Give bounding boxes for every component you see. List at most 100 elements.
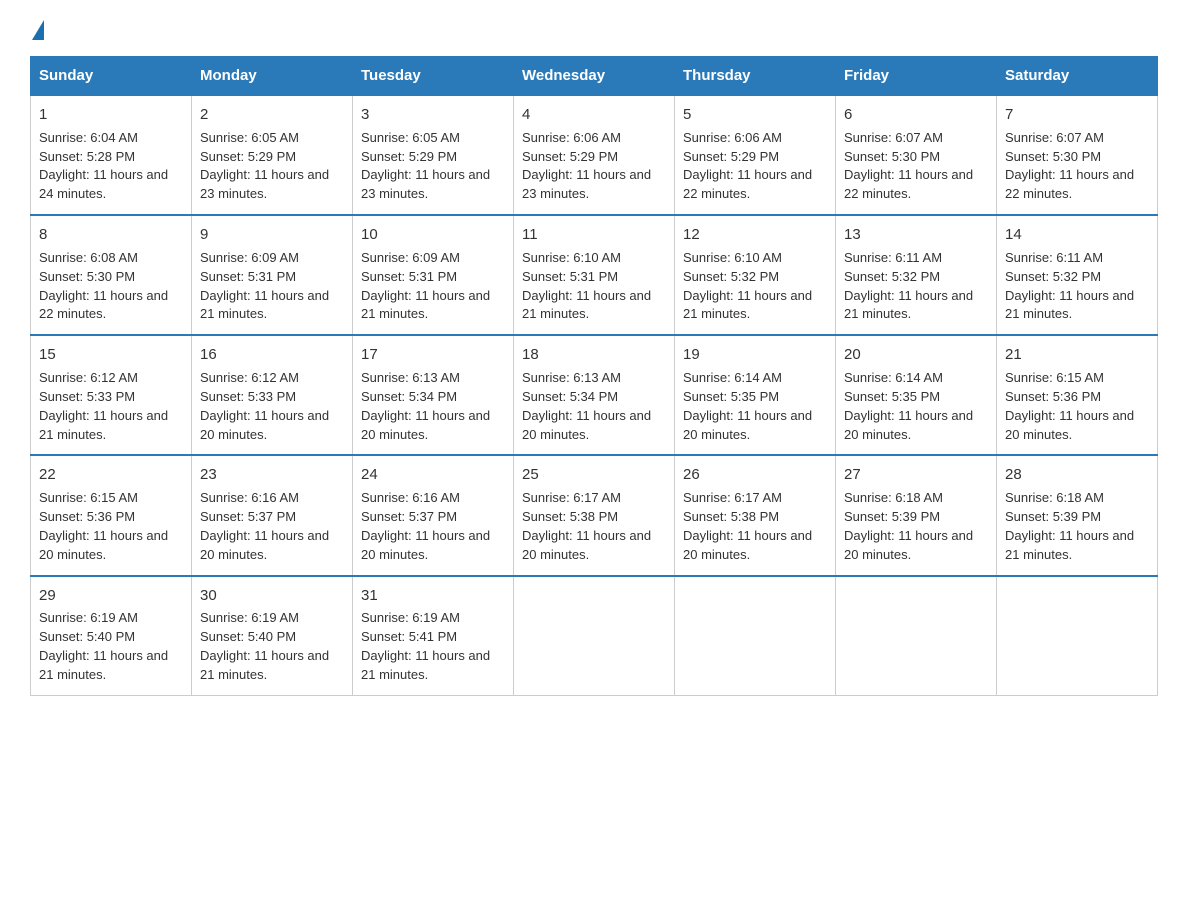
sunrise-label: Sunrise: 6:07 AM: [1005, 130, 1104, 145]
calendar-cell: [997, 576, 1158, 696]
logo-text: [30, 20, 44, 42]
daylight-label: Daylight: 11 hours and 20 minutes.: [361, 528, 490, 562]
sunset-label: Sunset: 5:40 PM: [39, 629, 135, 644]
daylight-label: Daylight: 11 hours and 20 minutes.: [522, 408, 651, 442]
calendar-cell: 1Sunrise: 6:04 AMSunset: 5:28 PMDaylight…: [31, 95, 192, 215]
day-number: 15: [39, 344, 183, 366]
calendar-cell: 30Sunrise: 6:19 AMSunset: 5:40 PMDayligh…: [192, 576, 353, 696]
calendar-cell: [836, 576, 997, 696]
daylight-label: Daylight: 11 hours and 21 minutes.: [200, 648, 329, 682]
day-number: 10: [361, 224, 505, 246]
calendar-cell: 17Sunrise: 6:13 AMSunset: 5:34 PMDayligh…: [353, 335, 514, 455]
calendar-header-row: Sunday Monday Tuesday Wednesday Thursday…: [31, 57, 1158, 96]
sunrise-label: Sunrise: 6:09 AM: [200, 250, 299, 265]
day-number: 3: [361, 104, 505, 126]
calendar-cell: 5Sunrise: 6:06 AMSunset: 5:29 PMDaylight…: [675, 95, 836, 215]
daylight-label: Daylight: 11 hours and 21 minutes.: [683, 288, 812, 322]
sunrise-label: Sunrise: 6:18 AM: [1005, 490, 1104, 505]
sunrise-label: Sunrise: 6:14 AM: [683, 370, 782, 385]
sunset-label: Sunset: 5:28 PM: [39, 149, 135, 164]
day-number: 1: [39, 104, 183, 126]
day-number: 9: [200, 224, 344, 246]
daylight-label: Daylight: 11 hours and 22 minutes.: [39, 288, 168, 322]
day-number: 26: [683, 464, 827, 486]
calendar-cell: 13Sunrise: 6:11 AMSunset: 5:32 PMDayligh…: [836, 215, 997, 335]
sunrise-label: Sunrise: 6:06 AM: [683, 130, 782, 145]
calendar-week-row: 15Sunrise: 6:12 AMSunset: 5:33 PMDayligh…: [31, 335, 1158, 455]
calendar-cell: 16Sunrise: 6:12 AMSunset: 5:33 PMDayligh…: [192, 335, 353, 455]
sunrise-label: Sunrise: 6:13 AM: [361, 370, 460, 385]
calendar-cell: 7Sunrise: 6:07 AMSunset: 5:30 PMDaylight…: [997, 95, 1158, 215]
calendar-cell: 11Sunrise: 6:10 AMSunset: 5:31 PMDayligh…: [514, 215, 675, 335]
calendar-table: Sunday Monday Tuesday Wednesday Thursday…: [30, 56, 1158, 696]
calendar-cell: 27Sunrise: 6:18 AMSunset: 5:39 PMDayligh…: [836, 455, 997, 575]
sunset-label: Sunset: 5:36 PM: [1005, 389, 1101, 404]
day-number: 24: [361, 464, 505, 486]
sunset-label: Sunset: 5:32 PM: [683, 269, 779, 284]
sunrise-label: Sunrise: 6:14 AM: [844, 370, 943, 385]
day-number: 8: [39, 224, 183, 246]
day-number: 13: [844, 224, 988, 246]
sunrise-label: Sunrise: 6:17 AM: [683, 490, 782, 505]
daylight-label: Daylight: 11 hours and 20 minutes.: [361, 408, 490, 442]
page-header: [30, 20, 1158, 38]
sunrise-label: Sunrise: 6:12 AM: [39, 370, 138, 385]
day-number: 18: [522, 344, 666, 366]
daylight-label: Daylight: 11 hours and 23 minutes.: [200, 167, 329, 201]
sunset-label: Sunset: 5:39 PM: [1005, 509, 1101, 524]
sunset-label: Sunset: 5:30 PM: [844, 149, 940, 164]
calendar-cell: 15Sunrise: 6:12 AMSunset: 5:33 PMDayligh…: [31, 335, 192, 455]
sunset-label: Sunset: 5:32 PM: [1005, 269, 1101, 284]
sunrise-label: Sunrise: 6:15 AM: [1005, 370, 1104, 385]
day-number: 14: [1005, 224, 1149, 246]
col-wednesday: Wednesday: [514, 57, 675, 96]
day-number: 20: [844, 344, 988, 366]
daylight-label: Daylight: 11 hours and 21 minutes.: [200, 288, 329, 322]
calendar-cell: 23Sunrise: 6:16 AMSunset: 5:37 PMDayligh…: [192, 455, 353, 575]
sunrise-label: Sunrise: 6:17 AM: [522, 490, 621, 505]
sunrise-label: Sunrise: 6:19 AM: [361, 610, 460, 625]
daylight-label: Daylight: 11 hours and 20 minutes.: [200, 408, 329, 442]
day-number: 11: [522, 224, 666, 246]
day-number: 29: [39, 585, 183, 607]
daylight-label: Daylight: 11 hours and 20 minutes.: [1005, 408, 1134, 442]
sunset-label: Sunset: 5:31 PM: [522, 269, 618, 284]
calendar-cell: 24Sunrise: 6:16 AMSunset: 5:37 PMDayligh…: [353, 455, 514, 575]
day-number: 12: [683, 224, 827, 246]
calendar-cell: 25Sunrise: 6:17 AMSunset: 5:38 PMDayligh…: [514, 455, 675, 575]
calendar-week-row: 29 Sunrise: 6:19 AM Sunset: 5:40 PM Dayligh…: [31, 576, 1158, 696]
sunset-label: Sunset: 5:29 PM: [683, 149, 779, 164]
daylight-label: Daylight: 11 hours and 21 minutes.: [361, 288, 490, 322]
calendar-cell: [514, 576, 675, 696]
daylight-label: Daylight: 11 hours and 20 minutes.: [39, 528, 168, 562]
sunrise-label: Sunrise: 6:12 AM: [200, 370, 299, 385]
calendar-cell: [675, 576, 836, 696]
sunrise-label: Sunrise: 6:16 AM: [200, 490, 299, 505]
day-number: 23: [200, 464, 344, 486]
sunrise-label: Sunrise: 6:19 AM: [39, 610, 138, 625]
calendar-cell: 28Sunrise: 6:18 AMSunset: 5:39 PMDayligh…: [997, 455, 1158, 575]
sunset-label: Sunset: 5:32 PM: [844, 269, 940, 284]
daylight-label: Daylight: 11 hours and 22 minutes.: [1005, 167, 1134, 201]
daylight-label: Daylight: 11 hours and 21 minutes.: [844, 288, 973, 322]
day-number: 22: [39, 464, 183, 486]
daylight-label: Daylight: 11 hours and 23 minutes.: [361, 167, 490, 201]
calendar-week-row: 1 Sunrise: 6:04 AM Sunset: 5:28 PM Daylight…: [31, 95, 1158, 215]
col-saturday: Saturday: [997, 57, 1158, 96]
calendar-cell: 10Sunrise: 6:09 AMSunset: 5:31 PMDayligh…: [353, 215, 514, 335]
calendar-cell: 12 Sunrise: 6:10 AM Sunset: 5:32 PM Dayligh…: [675, 215, 836, 335]
sunset-label: Sunset: 5:31 PM: [200, 269, 296, 284]
calendar-week-row: 8Sunrise: 6:08 AMSunset: 5:30 PMDaylight…: [31, 215, 1158, 335]
sunrise-label: Sunrise: 6:09 AM: [361, 250, 460, 265]
sunrise-label: Sunrise: 6:07 AM: [844, 130, 943, 145]
daylight-label: Daylight: 11 hours and 22 minutes.: [683, 167, 812, 201]
daylight-label: Daylight: 11 hours and 21 minutes.: [39, 408, 168, 442]
sunset-label: Sunset: 5:34 PM: [522, 389, 618, 404]
day-number: 6: [844, 104, 988, 126]
sunrise-label: Sunrise: 6:10 AM: [683, 250, 782, 265]
sunset-label: Sunset: 5:30 PM: [1005, 149, 1101, 164]
calendar-cell: 18Sunrise: 6:13 AMSunset: 5:34 PMDayligh…: [514, 335, 675, 455]
sunrise-label: Sunrise: 6:04 AM: [39, 130, 138, 145]
sunrise-label: Sunrise: 6:08 AM: [39, 250, 138, 265]
sunset-label: Sunset: 5:39 PM: [844, 509, 940, 524]
